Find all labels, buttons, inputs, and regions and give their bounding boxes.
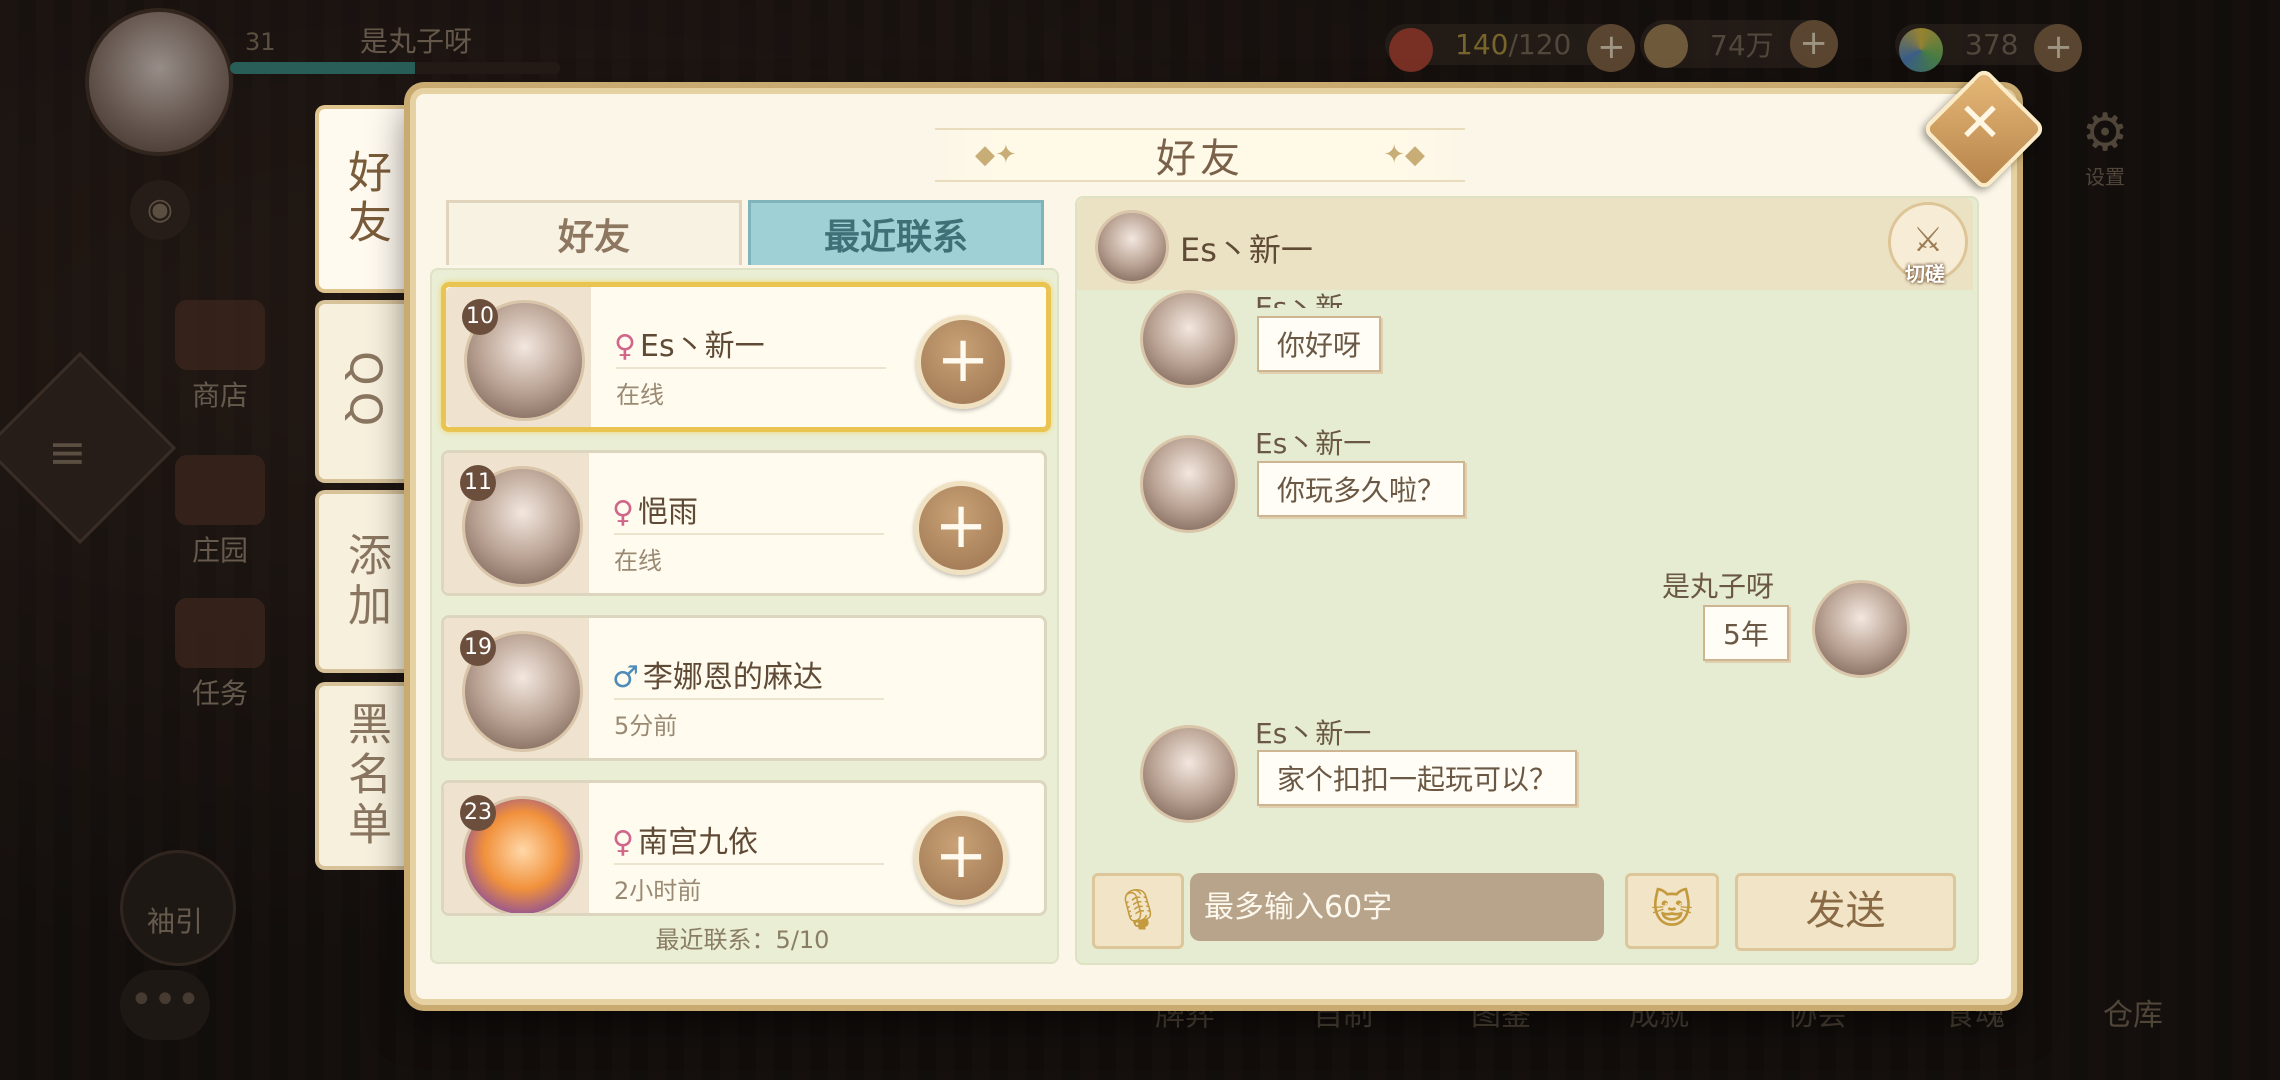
friend-level-badge: 19 xyxy=(460,630,496,666)
friend-name: ♀ 南宫九依 xyxy=(612,817,758,861)
message-avatar[interactable] xyxy=(1812,580,1910,678)
friend-status: 在线 xyxy=(614,547,662,575)
duel-label: 切磋 xyxy=(1905,262,1945,286)
friend-card[interactable]: 11 ♀ 悒雨 在线 + xyxy=(441,450,1047,596)
chat-input[interactable] xyxy=(1190,873,1604,941)
add-friend-button[interactable]: + xyxy=(916,315,1010,409)
friend-name: ♀ 悒雨 xyxy=(612,487,698,531)
female-icon: ♀ xyxy=(614,329,636,364)
friend-status: 2小时前 xyxy=(614,877,702,905)
message-sender: Es丶新一 xyxy=(1255,717,1372,750)
message-bubble: 5年 xyxy=(1703,605,1789,661)
message-avatar[interactable] xyxy=(1140,725,1238,823)
friend-level-badge: 11 xyxy=(460,465,496,501)
message-bubble: 家个扣扣一起玩可以？ xyxy=(1257,750,1578,806)
friend-level-badge: 10 xyxy=(462,299,498,335)
message-row xyxy=(1140,290,1238,388)
friend-name-text: Es丶新一 xyxy=(639,329,765,364)
friend-name-text: 南宫九依 xyxy=(637,825,758,860)
male-icon: ♂ xyxy=(612,660,639,695)
vtab-add[interactable]: 添加 xyxy=(315,490,411,673)
close-icon: ✕ xyxy=(1957,91,2003,154)
friend-level-badge: 23 xyxy=(460,795,496,831)
microphone-icon: 🎙 xyxy=(1112,887,1164,933)
message-sender: 是丸子呀 xyxy=(1662,570,1775,603)
chat-partner-name: Es丶新一 xyxy=(1180,231,1313,269)
friend-card[interactable]: 23 ♀ 南宫九依 2小时前 + xyxy=(441,780,1047,916)
message-row xyxy=(1812,580,1910,678)
female-icon: ♀ xyxy=(612,825,634,860)
friend-name-text: 李娜恩的麻达 xyxy=(642,660,823,695)
vtab-qq[interactable]: QQ xyxy=(315,300,411,483)
emoji-button[interactable]: 😺 xyxy=(1625,873,1719,949)
message-row xyxy=(1140,725,1238,823)
diamond-ornament-icon: ◆✦ xyxy=(975,140,1017,170)
send-button[interactable]: 发送 xyxy=(1735,873,1956,951)
friend-status: 在线 xyxy=(616,381,664,409)
female-icon: ♀ xyxy=(612,495,634,530)
friend-name: ♀ Es丶新一 xyxy=(614,321,765,365)
add-friend-button[interactable]: + xyxy=(914,481,1008,575)
vtab-blacklist[interactable]: 黑名单 xyxy=(315,682,411,870)
dialog-title-ribbon: ◆✦ 好友 ✦◆ xyxy=(935,128,1465,182)
dialog-title: 好友 xyxy=(1156,136,1244,182)
chat-partner-avatar[interactable] xyxy=(1095,210,1169,284)
friend-card[interactable]: 10 ♀ Es丶新一 在线 + xyxy=(441,282,1051,432)
friend-status: 5分前 xyxy=(614,712,678,740)
add-friend-button[interactable]: + xyxy=(914,811,1008,905)
message-avatar[interactable] xyxy=(1140,290,1238,388)
message-sender: Es丶新一 xyxy=(1255,427,1372,460)
diamond-ornament-icon: ✦◆ xyxy=(1383,140,1425,170)
cat-face-icon: 😺 xyxy=(1651,887,1693,933)
message-bubble: 你好呀 xyxy=(1257,316,1382,372)
message-row xyxy=(1140,435,1238,533)
friend-name-text: 悒雨 xyxy=(637,495,698,530)
friend-name: ♂ 李娜恩的麻达 xyxy=(612,652,823,696)
vtab-friends[interactable]: 好友 xyxy=(315,105,411,293)
message-avatar[interactable] xyxy=(1140,435,1238,533)
friend-card[interactable]: 19 ♂ 李娜恩的麻达 5分前 xyxy=(441,615,1047,761)
message-sender: Es丶新 xyxy=(1255,291,1344,308)
message-bubble: 你玩多久啦？ xyxy=(1257,461,1466,517)
microphone-button[interactable]: 🎙 xyxy=(1092,873,1184,949)
tab-friends[interactable]: 好友 xyxy=(446,200,742,265)
tab-recent-contacts[interactable]: 最近联系 xyxy=(748,200,1044,265)
recent-contacts-count: 最近联系：5/10 xyxy=(655,926,830,954)
